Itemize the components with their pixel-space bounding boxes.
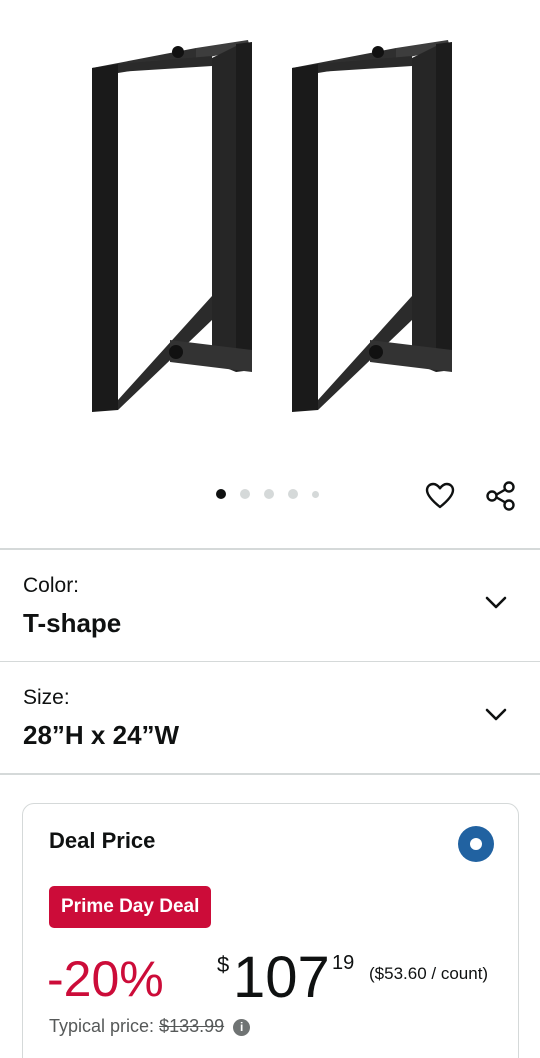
deal-price-title: Deal Price — [49, 828, 156, 853]
color-label: Color: — [23, 574, 80, 597]
typical-price-value: $133.99 — [159, 1016, 225, 1036]
share-icon — [486, 481, 515, 511]
price-fraction: 19 — [332, 952, 355, 974]
product-image[interactable] — [0, 0, 540, 470]
right-table-leg — [292, 40, 452, 412]
size-label: Size: — [23, 686, 70, 709]
chevron-down-icon — [485, 596, 507, 609]
color-value: T-shape — [23, 608, 122, 638]
size-selector[interactable]: Size: 28”H x 24”W — [0, 662, 540, 774]
heart-icon — [425, 482, 455, 509]
deal-radio-button[interactable] — [458, 826, 494, 862]
left-table-leg — [92, 40, 252, 412]
share-button[interactable] — [481, 476, 521, 516]
color-selector[interactable]: Color: T-shape — [0, 550, 540, 662]
unit-price: ($53.60 / count) — [369, 964, 489, 983]
carousel-dot-4[interactable] — [288, 489, 298, 499]
typical-price: Typical price: $133.99 i — [49, 1016, 251, 1037]
typical-price-label: Typical price: — [49, 1016, 155, 1036]
add-to-list-button[interactable] — [420, 476, 460, 516]
prime-day-deal-badge: Prime Day Deal — [49, 886, 212, 928]
info-icon[interactable]: i — [233, 1019, 251, 1036]
image-carousel-dots[interactable] — [216, 488, 333, 500]
size-value: 28”H x 24”W — [23, 720, 180, 750]
table-leg-pair-image — [92, 40, 452, 412]
carousel-dot-3[interactable] — [264, 489, 274, 499]
price-whole: 107 — [233, 945, 330, 1010]
price-currency: $ — [217, 952, 230, 977]
carousel-dot-1[interactable] — [216, 489, 226, 499]
chevron-down-icon — [485, 708, 507, 721]
discount-percent: -20% — [47, 951, 164, 1007]
carousel-dot-2[interactable] — [240, 489, 250, 499]
section-divider — [0, 773, 540, 775]
carousel-dot-5[interactable] — [312, 490, 319, 498]
deal-price-option[interactable]: Deal Price Prime Day Deal -20% $ 107 19 … — [22, 803, 519, 1058]
gallery-controls — [0, 470, 540, 530]
